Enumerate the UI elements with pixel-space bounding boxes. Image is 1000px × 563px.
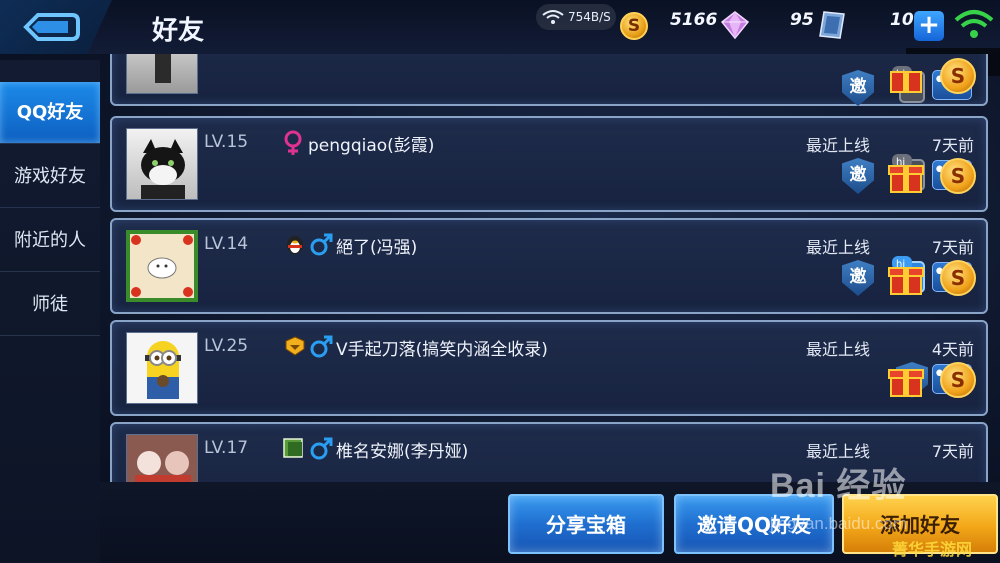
- friend-level: LV.25: [204, 336, 249, 356]
- send-coin-button[interactable]: S: [940, 362, 976, 398]
- diamond-amount: 95: [790, 10, 814, 30]
- avatar[interactable]: [126, 230, 198, 302]
- friend-level: LV.15: [204, 132, 249, 152]
- female-icon: [284, 130, 302, 155]
- sidebar-item-nearby[interactable]: 附近的人: [0, 210, 100, 272]
- invite-button[interactable]: 邀: [842, 70, 874, 106]
- send-coin-button[interactable]: S: [940, 158, 976, 194]
- send-coin-button[interactable]: S: [940, 260, 976, 296]
- male-icon: [310, 335, 333, 358]
- friend-name: 絕了(冯强): [336, 238, 418, 258]
- qq-penguin-icon: [287, 236, 303, 254]
- male-icon: [310, 437, 333, 460]
- share-chest-button[interactable]: 分享宝箱: [508, 494, 664, 554]
- recharge-plus-button[interactable]: +: [914, 11, 944, 41]
- friend-name: pengqiao(彭霞): [308, 136, 435, 156]
- sidebar: QQ好友 游戏好友 附近的人 师徒: [0, 60, 100, 563]
- avatar[interactable]: [126, 332, 198, 404]
- friend-card[interactable]: 邀 hi •••: [110, 54, 988, 106]
- signal-wifi-icon: [954, 10, 994, 38]
- gift-icon[interactable]: [888, 362, 924, 398]
- avatar-cat-image: [141, 139, 185, 199]
- network-speed: 754B/S: [536, 4, 616, 30]
- back-button[interactable]: [0, 0, 112, 54]
- friend-name: 椎名安娜(李丹娅): [336, 442, 469, 462]
- avatar-christmas-image: [131, 235, 193, 297]
- avatar-minion-image: [145, 341, 181, 399]
- friend-list[interactable]: 邀 hi ••• S LV.15: [100, 54, 1000, 482]
- gift-icon[interactable]: [888, 260, 924, 296]
- baidu-watermark: Bai 经验: [770, 467, 907, 505]
- send-coin-button[interactable]: S: [940, 58, 976, 94]
- avatar-photo-image: [135, 451, 191, 482]
- network-speed-value: 754B/S: [568, 10, 611, 24]
- gold-amount: 5166: [670, 10, 718, 30]
- gift-icon[interactable]: [888, 158, 924, 194]
- friend-card[interactable]: LV.15 pengqiao(彭霞) 最近上线 7天前 邀 hi •••: [110, 116, 988, 212]
- male-icon: [310, 233, 333, 256]
- gold-coin-icon: S: [620, 12, 648, 40]
- avatar[interactable]: [126, 54, 198, 94]
- top-bar: 好友 754B/S S 5166 95 10 + 94ms: [0, 0, 1000, 76]
- last-online-label: 最近上线: [805, 136, 870, 155]
- last-online-time: 7天前: [931, 238, 974, 257]
- last-online-time: 4天前: [931, 340, 974, 359]
- voucher-amount: 10: [890, 10, 914, 30]
- last-online-label: 最近上线: [805, 340, 870, 359]
- baidu-watermark-url: jingyan.baidu.com: [770, 514, 908, 533]
- invite-button[interactable]: 邀: [842, 158, 874, 194]
- site-watermark: 菁华手游网: [892, 540, 973, 559]
- page-title: 好友: [152, 16, 205, 46]
- last-online-time: 7天前: [931, 442, 974, 461]
- sidebar-item-qq-friends[interactable]: QQ好友: [0, 82, 100, 144]
- rank-badge-icon: [285, 336, 305, 356]
- sidebar-item-mentor[interactable]: 师徒: [0, 274, 100, 336]
- wifi-icon: [542, 10, 564, 24]
- invite-button[interactable]: 邀: [842, 260, 874, 296]
- gift-icon[interactable]: [888, 60, 924, 94]
- friend-card[interactable]: LV.25 V手起刀落(搞笑内涵全收录) 最近上线 4天前 邀 •••: [110, 320, 988, 416]
- sidebar-item-game-friends[interactable]: 游戏好友: [0, 146, 100, 208]
- avatar[interactable]: [126, 128, 198, 200]
- last-online-time: 7天前: [931, 136, 974, 155]
- card-badge-icon: [283, 438, 303, 458]
- voucher-icon: [819, 11, 845, 39]
- diamond-icon: [720, 11, 750, 40]
- friend-level: LV.14: [204, 234, 249, 254]
- avatar-image: [155, 54, 171, 83]
- friend-card[interactable]: LV.14 絕了(冯强) 最近上线 7天前 邀 hi •••: [110, 218, 988, 314]
- friend-name: V手起刀落(搞笑内涵全收录): [336, 340, 548, 360]
- last-online-label: 最近上线: [805, 238, 870, 257]
- back-arrow-icon: [23, 13, 80, 41]
- avatar[interactable]: [126, 434, 198, 482]
- friend-level: LV.17: [204, 438, 249, 458]
